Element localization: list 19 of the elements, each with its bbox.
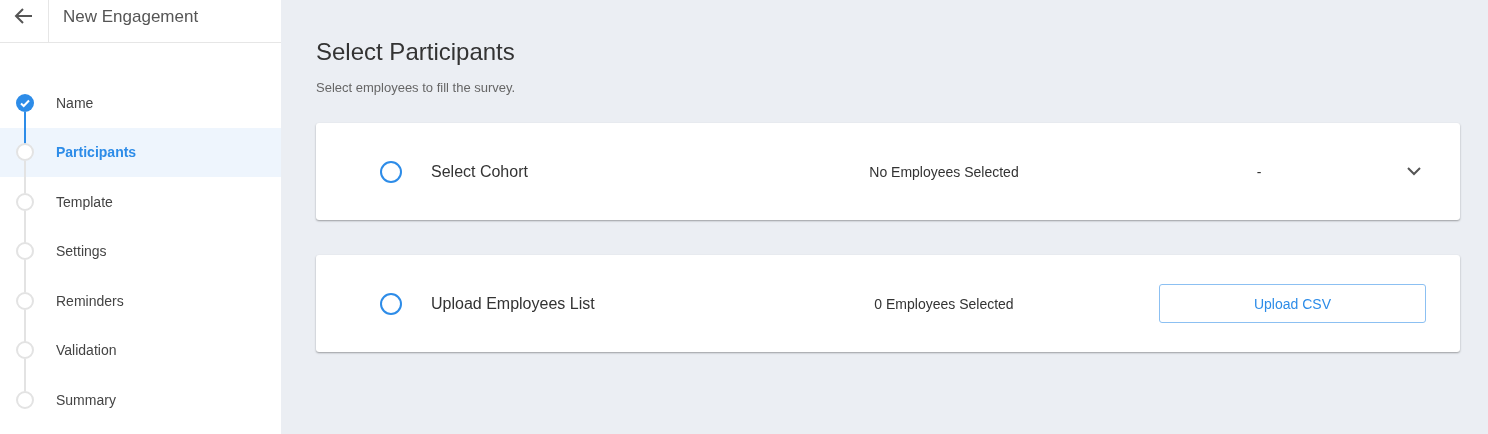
section-description: Select employees to fill the survey. xyxy=(316,80,517,95)
page-title: New Engagement xyxy=(62,6,199,28)
step-item[interactable]: Settings xyxy=(0,226,281,276)
step-item[interactable]: Name xyxy=(0,78,281,128)
employee-count: 0 Employees Selected xyxy=(873,295,1015,312)
upload-csv-button[interactable]: Upload CSV xyxy=(1159,284,1426,323)
radio-button[interactable] xyxy=(380,292,402,315)
step-item[interactable]: Template xyxy=(0,177,281,227)
section-heading: Select Participants xyxy=(316,38,516,66)
option-label: Upload Employees List xyxy=(431,294,596,313)
chevron-down-icon[interactable] xyxy=(1407,167,1421,176)
option-label: Select Cohort xyxy=(431,162,529,181)
radio-button[interactable] xyxy=(380,160,402,183)
step-item[interactable]: Reminders xyxy=(0,276,281,326)
back-arrow-icon[interactable] xyxy=(14,6,34,26)
step-item[interactable]: Validation xyxy=(0,325,281,375)
employee-count: No Employees Selected xyxy=(868,163,1020,180)
step-item[interactable]: Summary xyxy=(0,375,281,425)
cohort-value: - xyxy=(1255,163,1263,180)
